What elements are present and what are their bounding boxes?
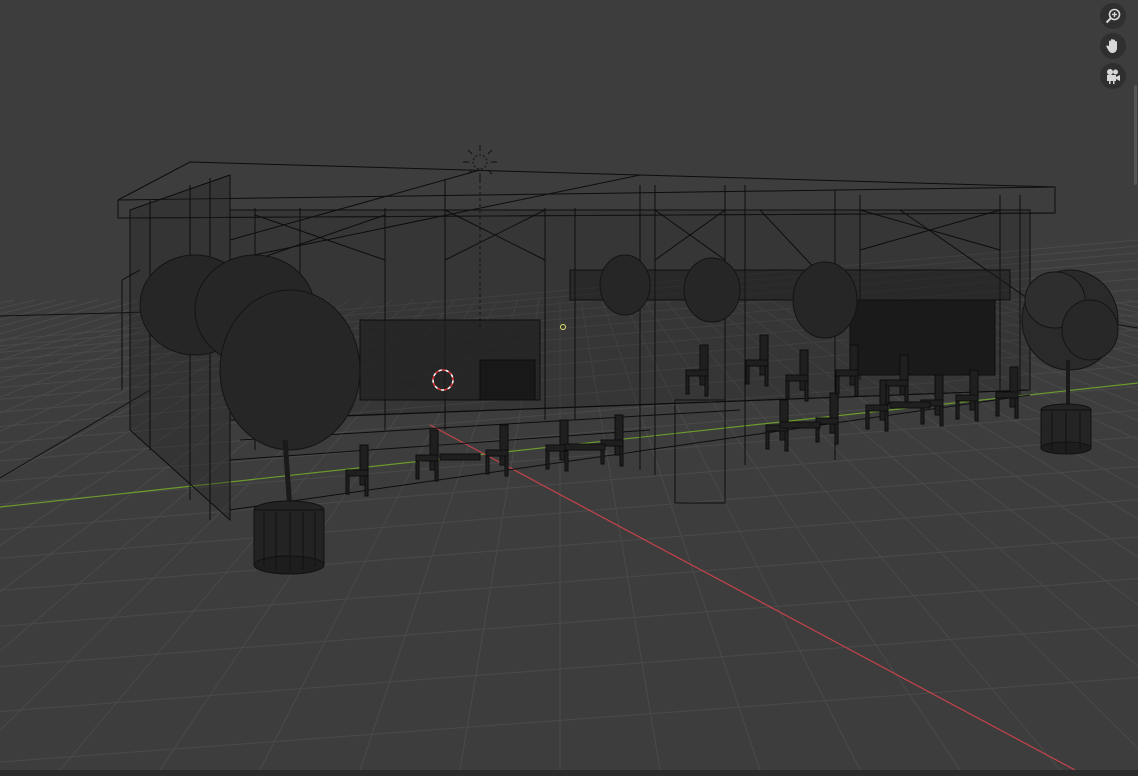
grid-line xyxy=(0,299,36,309)
zoom-button[interactable] xyxy=(1100,3,1126,29)
grid-line xyxy=(1105,299,1138,308)
chair xyxy=(415,429,439,482)
planter-tree-left[interactable] xyxy=(253,439,325,575)
grid-line xyxy=(1042,299,1138,326)
planter-tree-right[interactable] xyxy=(1021,269,1119,455)
grid-line xyxy=(1084,299,1138,314)
hand-icon xyxy=(1106,39,1117,53)
scene-canvas[interactable] xyxy=(0,0,1138,770)
table xyxy=(779,421,821,429)
viewport-bottom-edge xyxy=(0,770,1138,776)
3d-viewport[interactable] xyxy=(0,0,1138,770)
grid-line xyxy=(0,299,78,321)
region-scrollbar[interactable] xyxy=(1134,85,1137,185)
magnifier-plus-icon xyxy=(1105,8,1121,24)
grid-line xyxy=(0,536,1138,627)
grid-line xyxy=(0,677,1138,763)
chair xyxy=(485,424,509,477)
grid-line xyxy=(0,578,1138,667)
chair xyxy=(600,414,624,467)
table xyxy=(564,443,606,451)
camera-view-button[interactable] xyxy=(1100,63,1126,89)
camera-icon xyxy=(1107,69,1120,84)
x-axis-line xyxy=(429,424,1076,770)
grid-line xyxy=(1126,299,1138,303)
pan-button[interactable] xyxy=(1100,33,1126,59)
table xyxy=(439,453,481,461)
grid-line xyxy=(0,299,57,315)
table xyxy=(889,401,931,409)
